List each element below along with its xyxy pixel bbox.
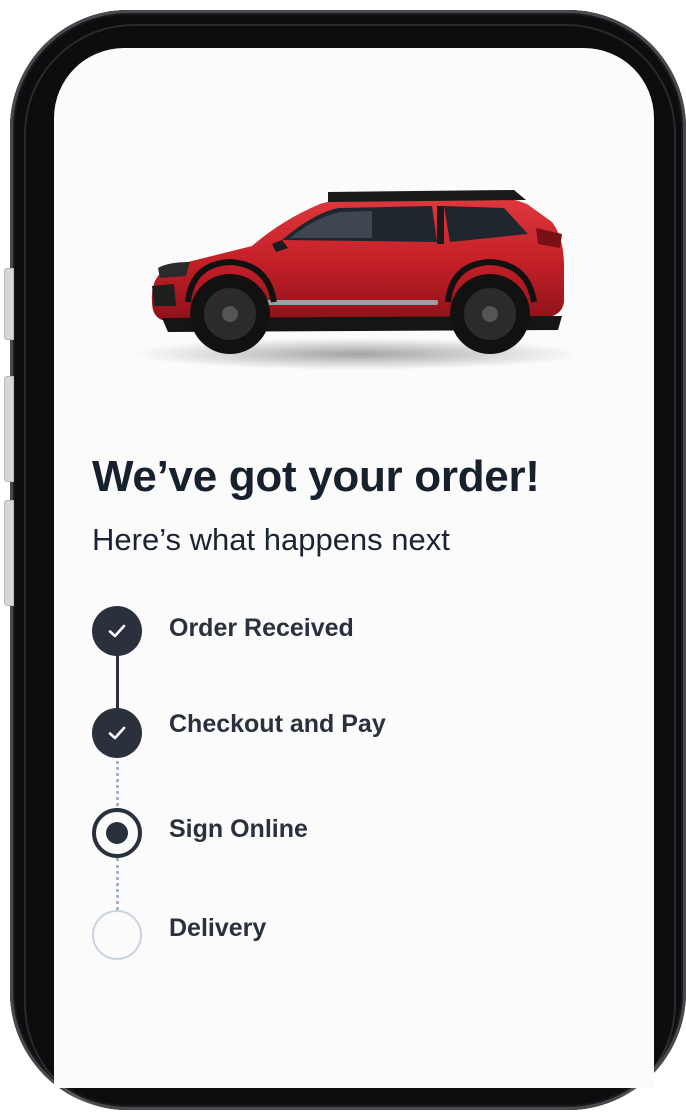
step-order-received-indicator	[92, 606, 142, 656]
mute-switch	[4, 268, 14, 340]
step-label-delivery: Delivery	[169, 914, 267, 942]
step-label-sign-online: Sign Online	[169, 815, 308, 843]
check-icon	[108, 726, 126, 740]
volume-down-button	[4, 500, 14, 606]
volume-up-button	[4, 376, 14, 482]
radio-dot-icon	[106, 822, 128, 844]
step-checkout-indicator	[92, 708, 142, 758]
order-progress-steps: Order Received Checkout and Pay Sign Onl…	[54, 48, 654, 1048]
step-label-order-received: Order Received	[169, 614, 354, 642]
step-label-checkout: Checkout and Pay	[169, 710, 386, 738]
step-delivery-indicator	[92, 910, 142, 960]
check-icon	[108, 624, 126, 638]
step-sign-online-indicator	[92, 808, 142, 858]
phone-screen: We’ve got your order! Here’s what happen…	[54, 48, 654, 1088]
